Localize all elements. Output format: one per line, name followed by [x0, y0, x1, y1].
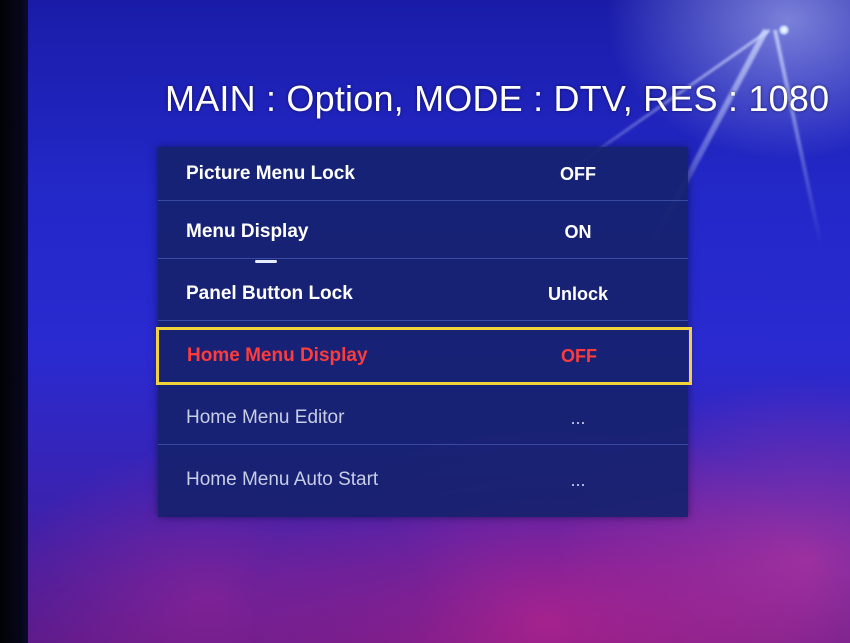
menu-item-value: OFF [561, 346, 597, 366]
menu-item-home-menu-editor[interactable]: Home Menu Editor ... [158, 391, 688, 445]
menu-item-label: Picture Menu Lock [186, 163, 355, 184]
menu-item-label: Home Menu Auto Start [186, 469, 379, 490]
tv-bezel [0, 0, 30, 643]
menu-item-label: Panel Button Lock [186, 283, 353, 304]
menu-item-value: Unlock [547, 284, 608, 304]
stage-light-beam [773, 29, 823, 246]
menu-item-value: ... [570, 470, 586, 490]
menu-item-home-menu-auto-start[interactable]: Home Menu Auto Start ... [158, 453, 688, 507]
menu-item-value: ON [564, 222, 592, 242]
focus-indicator [255, 260, 277, 263]
option-menu: Picture Menu Lock OFF Menu Display ON Pa… [156, 147, 692, 517]
stage-light-icon [778, 24, 790, 36]
menu-item-label: Home Menu Display [187, 345, 368, 366]
page-title: MAIN : Option, MODE : DTV, RES : 1080 [165, 78, 830, 119]
menu-item-value: ... [570, 408, 586, 428]
menu-item-menu-display[interactable]: Menu Display ON [158, 205, 688, 259]
menu-item-home-menu-display[interactable]: Home Menu Display OFF [156, 327, 692, 385]
menu-item-label: Menu Display [186, 221, 309, 242]
menu-item-panel-button-lock[interactable]: Panel Button Lock Unlock [158, 267, 688, 321]
menu-item-label: Home Menu Editor [186, 407, 345, 428]
menu-item-value: OFF [560, 164, 596, 184]
menu-item-picture-menu-lock[interactable]: Picture Menu Lock OFF [158, 147, 688, 201]
tv-screen-photo: MAIN : Option, MODE : DTV, RES : 1080 Pi… [0, 0, 850, 643]
